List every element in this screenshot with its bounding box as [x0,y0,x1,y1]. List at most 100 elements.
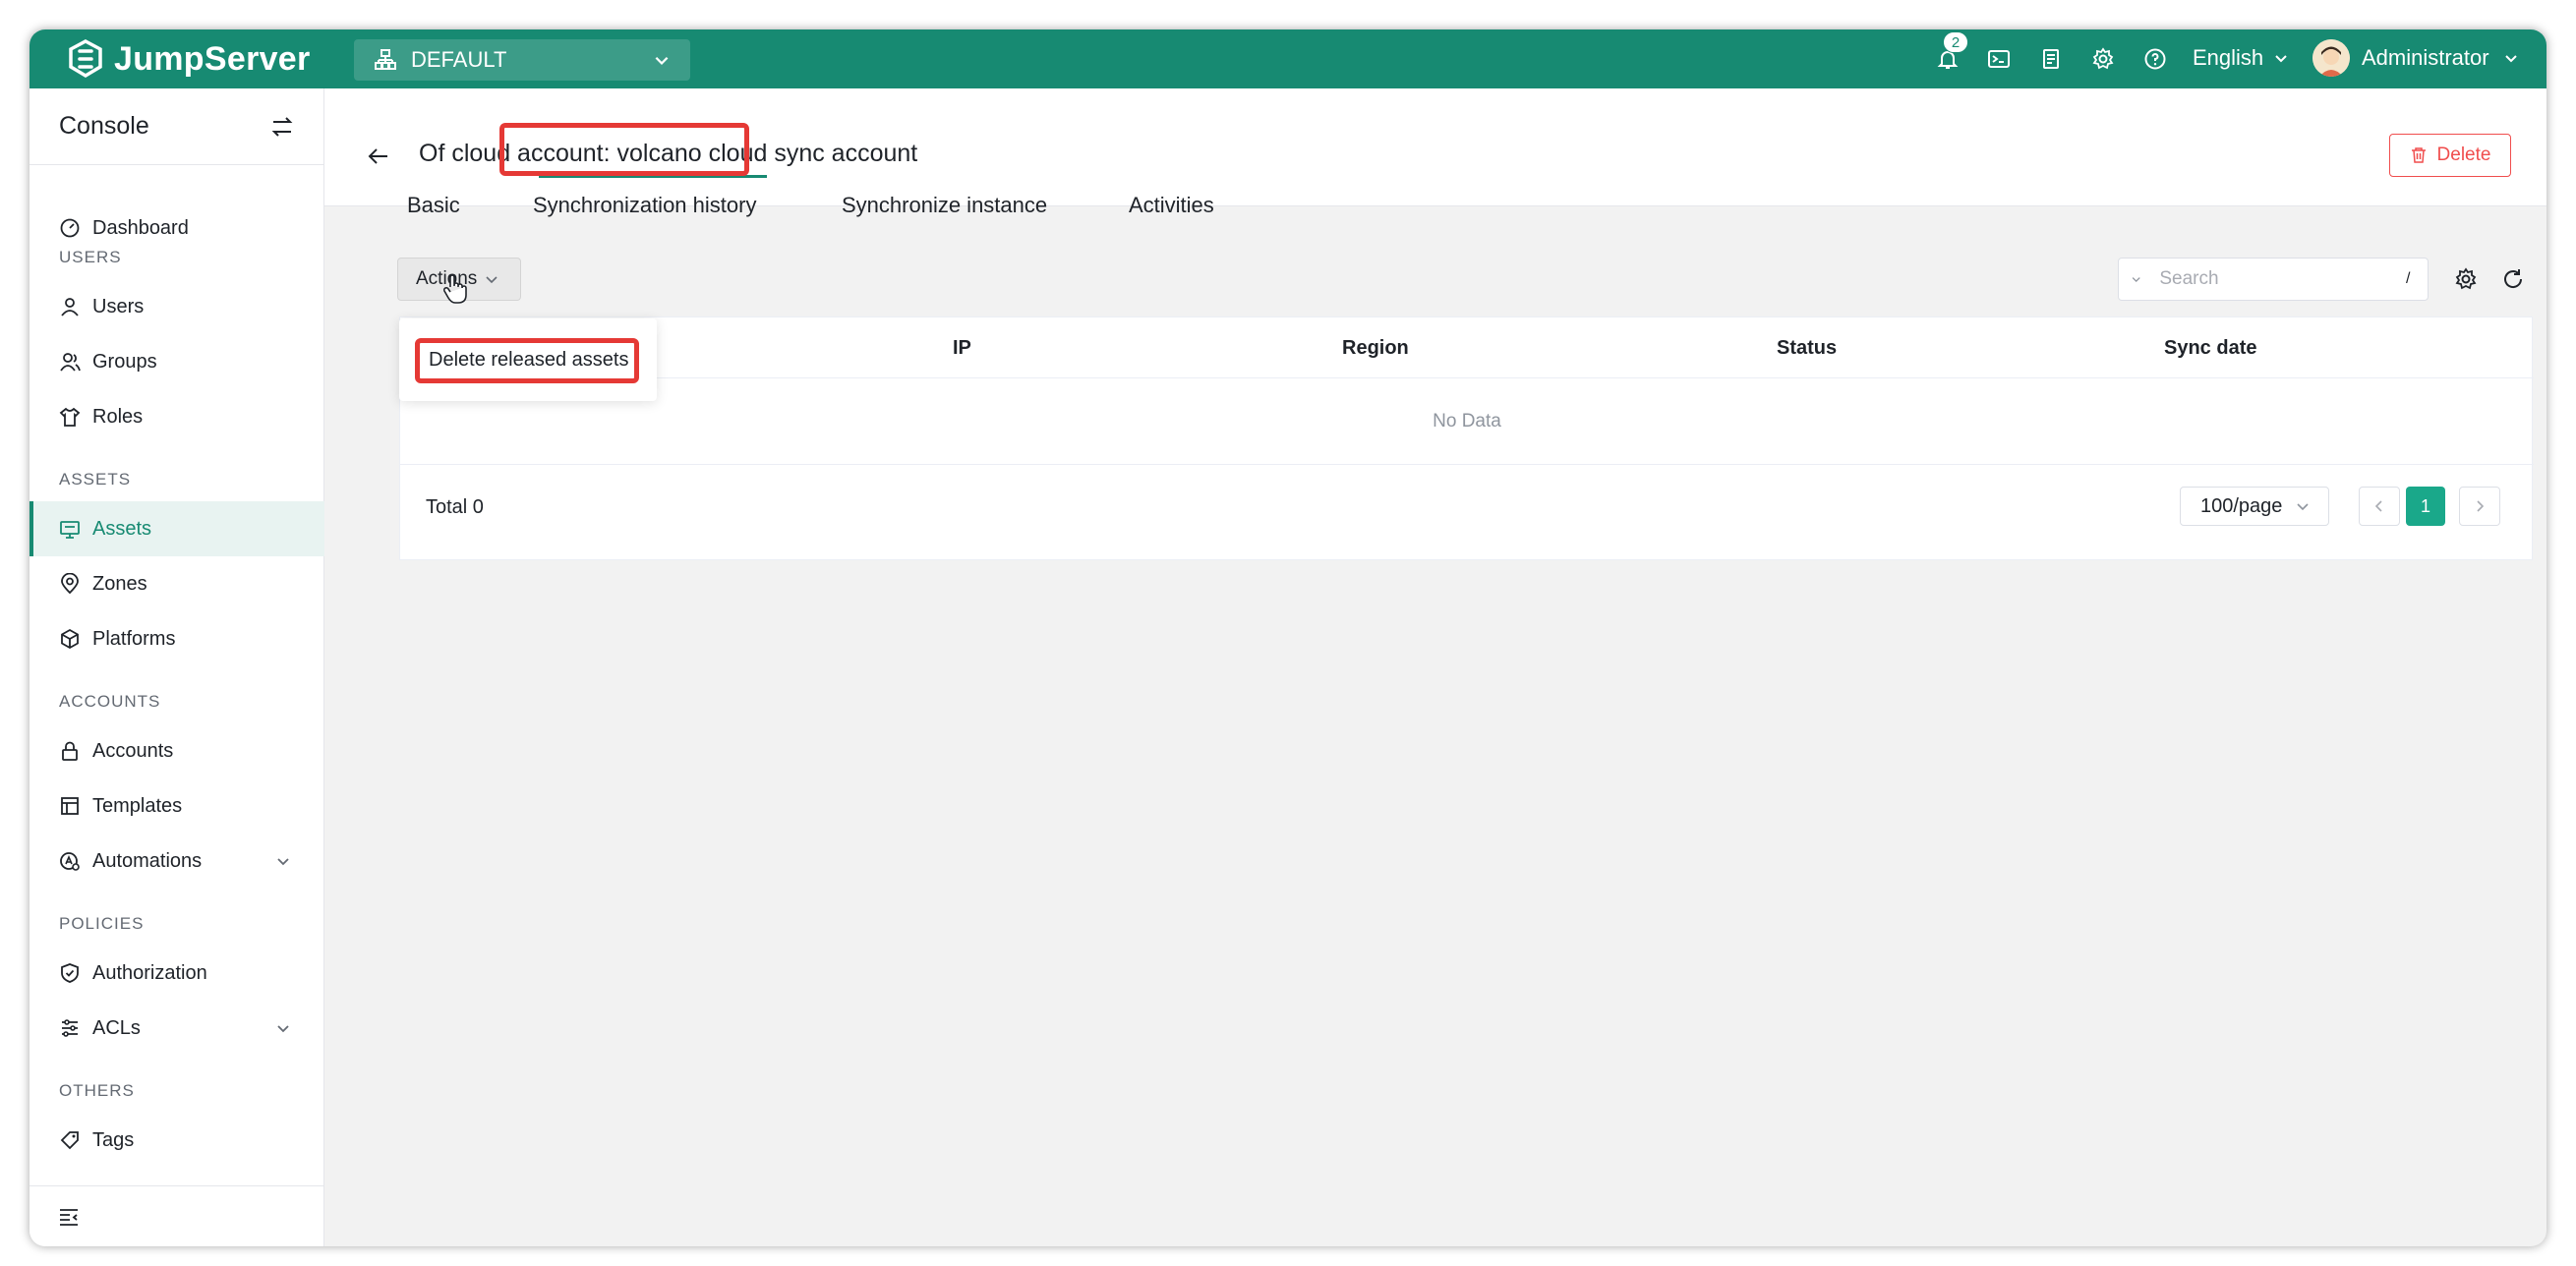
sidebar-item-automations[interactable]: Automations [29,834,324,889]
language-label: English [2193,45,2264,70]
sidebar-item-label: Dashboard [92,216,189,239]
sidebar-item-platforms[interactable]: Platforms [29,611,324,666]
sidebar-item-authorization[interactable]: Authorization [29,946,324,1001]
tab-synchronization-history[interactable]: Synchronization history [533,193,756,218]
sidebar-item-label: Authorization [92,961,207,984]
user-menu[interactable]: Administrator [2313,39,2519,77]
sidebar-item-label: Assets [92,517,152,540]
gear-icon [2092,47,2114,70]
brand[interactable]: JumpServer [65,37,311,81]
template-icon [61,797,79,815]
column-sync-date[interactable]: Sync date [2164,337,2256,360]
user-group-icon [60,353,81,372]
help-icon [2144,48,2166,70]
sidebar-item-label: Roles [92,405,144,428]
next-page-button[interactable] [2459,487,2500,526]
sidebar-item-label: Groups [92,350,157,373]
section-others-heading: OTHERS [59,1081,135,1100]
sidebar-item-users[interactable]: Users [29,279,324,334]
section-accounts-heading: ACCOUNTS [59,692,161,711]
dashboard-icon [60,218,80,238]
avatar-icon [2313,39,2350,77]
refresh-icon[interactable] [2501,267,2525,291]
sidebar-item-accounts[interactable]: Accounts [29,723,324,778]
column-status[interactable]: Status [1777,337,1837,360]
chevron-down-icon [277,858,289,866]
sidebar-title: Console [59,112,149,140]
column-region[interactable]: Region [1342,337,1409,360]
sidebar-item-tags[interactable]: Tags [29,1113,324,1168]
search-shortcut-hint: / [2405,270,2411,287]
sidebar-item-templates[interactable]: Templates [29,778,324,834]
sidebar-item-assets[interactable]: Assets [29,501,324,556]
search-box[interactable]: / [2118,258,2429,301]
current-page-button[interactable]: 1 [2406,487,2445,526]
chevron-down-icon [2504,55,2517,63]
sidebar-item-label: Zones [92,572,147,595]
sidebar-item-label: ACLs [92,1016,141,1039]
organization-select[interactable]: DEFAULT [354,39,690,81]
help-button[interactable] [2141,45,2169,73]
delete-button[interactable]: Delete [2389,134,2511,177]
sidebar-item-label: Automations [92,849,203,872]
avatar [2313,39,2350,77]
tab-highlight-box [499,123,749,176]
cube-icon [61,628,79,650]
organization-label: DEFAULT [411,47,507,72]
organization-icon [375,49,396,70]
acl-icon [62,1019,78,1037]
back-arrow-icon[interactable] [366,144,391,169]
jumpserver-logo-icon [69,39,102,79]
chevron-down-icon [486,276,498,284]
trash-icon [2411,147,2426,163]
menu-item-highlight-box [415,338,639,383]
brand-name: JumpServer [114,39,311,78]
location-pin-icon [61,573,79,595]
sidebar: Console Dashboard USERS Users Groups Rol… [29,88,324,1246]
tickets-button[interactable] [2037,45,2065,73]
sidebar-footer [29,1185,324,1246]
notification-badge: 2 [1943,31,1968,53]
sidebar-item-label: Templates [92,794,183,817]
sidebar-item-label: Platforms [92,627,176,650]
language-select[interactable]: English [2193,45,2289,71]
column-ip[interactable]: IP [953,337,971,360]
tab-synchronize-instance[interactable]: Synchronize instance [842,193,1047,218]
collapse-menu-icon[interactable] [57,1205,81,1229]
user-icon [61,298,79,316]
empty-table-message: No Data [400,378,2534,465]
shirt-icon [59,407,81,427]
sidebar-item-groups[interactable]: Groups [29,334,324,389]
tab-activities[interactable]: Activities [1129,193,1214,218]
switch-view-icon[interactable] [269,114,295,140]
terminal-icon [1988,50,2010,68]
chevron-down-icon[interactable] [2131,271,2141,287]
sidebar-item-label: Accounts [92,739,174,762]
chevron-down-icon [2297,503,2309,511]
chevron-down-icon [655,56,669,65]
table-settings-icon[interactable] [2454,267,2478,291]
search-input[interactable] [2159,268,2401,290]
web-terminal-button[interactable] [1985,45,2013,73]
tab-basic[interactable]: Basic [407,193,460,218]
app-window: JumpServer DEFAULT 2 English Administrat… [29,29,2547,1246]
clipboard-icon [2043,49,2059,69]
section-assets-heading: ASSETS [59,470,132,489]
sidebar-item-zones[interactable]: Zones [29,556,324,611]
sidebar-item-acls[interactable]: ACLs [29,1001,324,1056]
instance-table: IP Region Status Sync date No Data Total… [399,316,2534,560]
page-size-label: 100/page [2200,494,2283,517]
table-header: IP Region Status Sync date [400,317,2534,378]
sidebar-item-label: Tags [92,1128,135,1151]
sidebar-header: Console [29,88,324,165]
page-size-select[interactable]: 100/page [2180,487,2329,526]
sidebar-item-label: Users [92,295,145,317]
settings-button[interactable] [2089,45,2117,73]
prev-page-button[interactable] [2359,487,2400,526]
chevron-left-icon [2374,500,2382,512]
hand-cursor-icon [442,274,467,304]
section-users-heading: USERS [59,248,122,266]
sidebar-item-roles[interactable]: Roles [29,389,324,444]
user-name: Administrator [2362,45,2489,70]
monitor-icon [60,521,80,539]
